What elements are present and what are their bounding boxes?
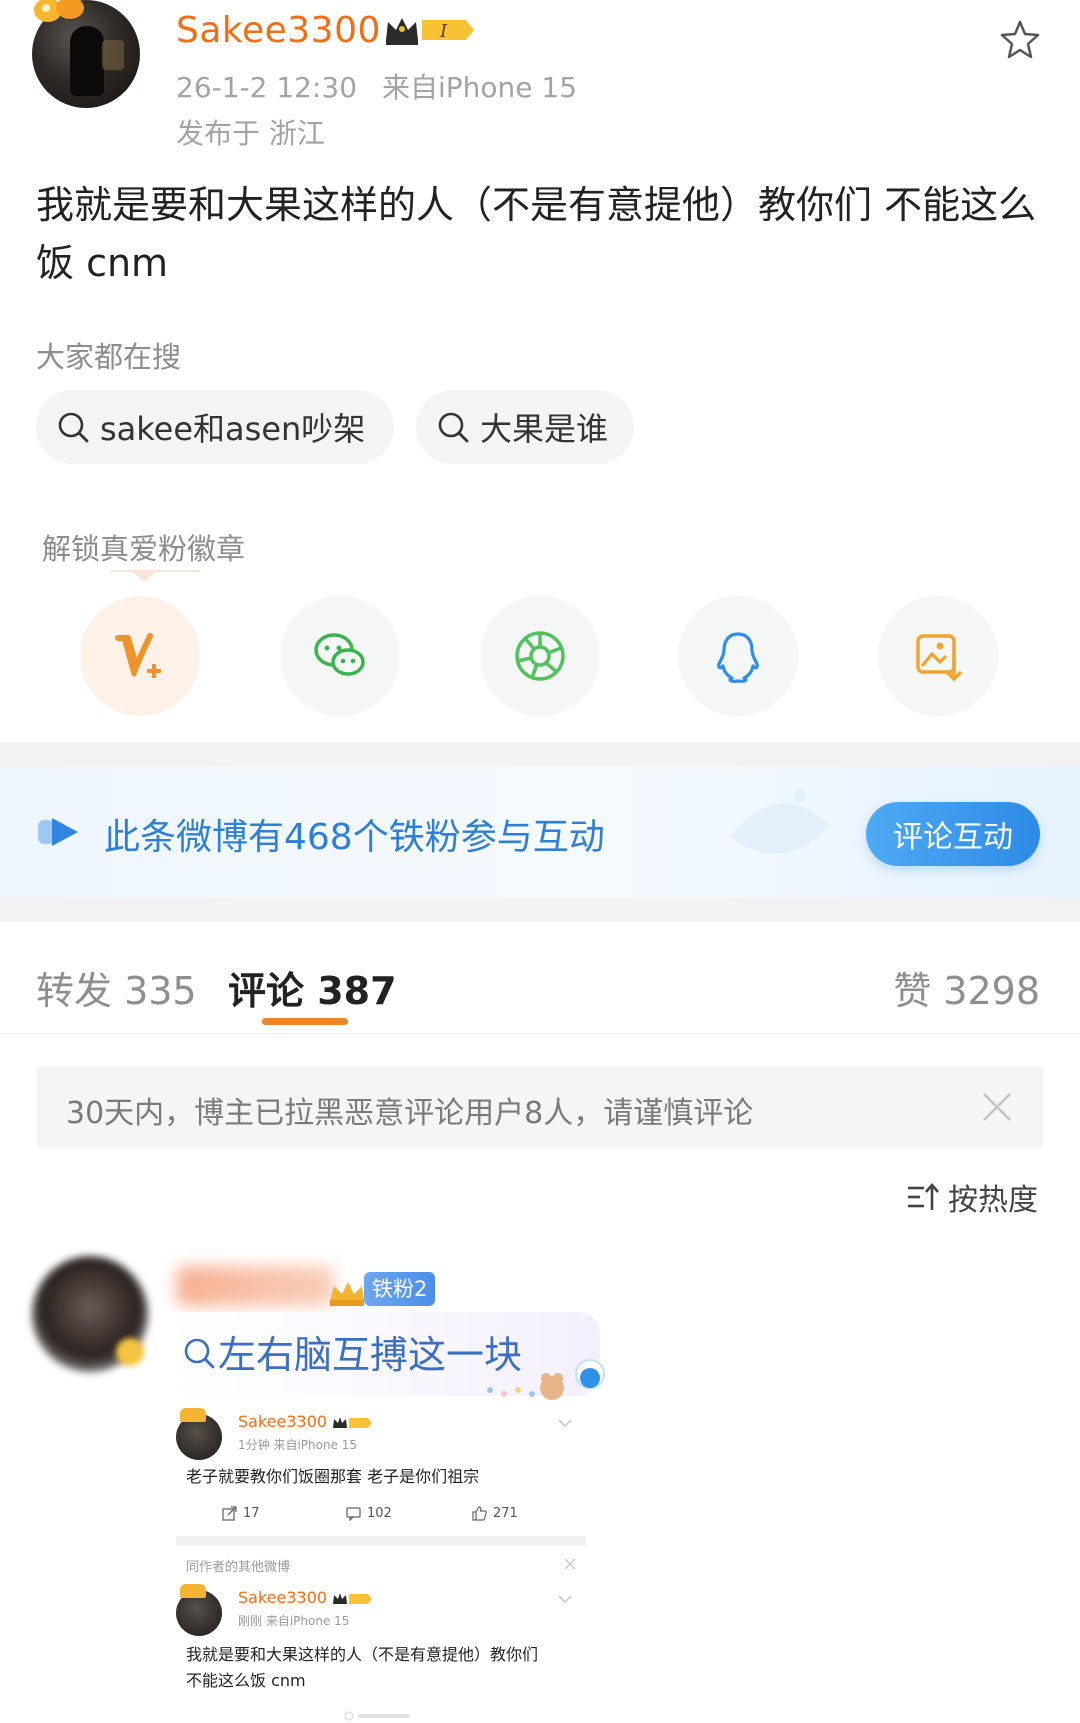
- embed-repost-count: 17: [222, 1506, 260, 1521]
- embed-username: Sakee3300: [238, 1412, 328, 1431]
- embed-meta: 刚刚 来自iPhone 15: [238, 1614, 350, 1628]
- embed-username: Sakee3300: [238, 1588, 328, 1607]
- save-image-icon: [916, 634, 963, 682]
- comment-interact-button[interactable]: 评论互动: [866, 802, 1040, 866]
- comment-image[interactable]: Sakee3300 1分钟 来自iPhone 15 老子就要教你们饭圈那套 老子…: [176, 1402, 586, 1723]
- embed-post-text: 老子就要教你们饭圈那套 老子是你们祖宗: [186, 1467, 480, 1486]
- fans-interaction-banner: 此条微博有468个铁粉参与互动 评论互动: [0, 766, 1080, 898]
- embed-section-label: 同作者的其他微博: [186, 1560, 291, 1575]
- banner-decoration-icon: [730, 790, 830, 854]
- favorite-star-icon[interactable]: [998, 18, 1042, 62]
- unlock-pointer: [130, 570, 158, 582]
- embed-divider: [176, 1536, 586, 1546]
- vip-crown-icon: I: [386, 18, 474, 45]
- embed-post-text: 我就是要和大果这样的人（不是有意提他）教你们不能这么饭 cnm: [186, 1645, 539, 1690]
- moments-icon: [515, 631, 565, 681]
- post-meta: 26-1-2 12:30 来自iPhone 15: [176, 66, 577, 106]
- embed-avatar-decoration: [180, 1584, 206, 1598]
- unlock-badge-label: 解锁真爱粉徽章: [42, 532, 246, 566]
- tab-like[interactable]: 赞 3298: [893, 960, 1040, 1015]
- share-moments-button[interactable]: [480, 596, 600, 716]
- thumbs-up-icon: [472, 1506, 487, 1521]
- search-icon: [184, 1338, 215, 1369]
- trending-chip-label: 大果是谁: [480, 410, 609, 448]
- tab-comment[interactable]: 评论 387: [228, 960, 397, 1015]
- qq-icon: [717, 632, 759, 683]
- post-timestamp: 26-1-2 12:30: [176, 71, 358, 104]
- block-notice-text: 30天内，博主已拉黑恶意评论用户8人，请谨慎评论: [66, 1096, 754, 1131]
- share-v-plus-button[interactable]: [80, 596, 200, 716]
- section-divider: [0, 898, 1080, 922]
- share-save-image-button[interactable]: [878, 596, 998, 716]
- embed-vip-icon: [333, 1417, 372, 1428]
- block-notice: 30天内，博主已拉黑恶意评论用户8人，请谨慎评论: [36, 1066, 1044, 1148]
- search-icon: [58, 412, 89, 443]
- interaction-tabs: 转发 335 评论 387 赞 3298: [0, 922, 1080, 1034]
- fan-level-icon: [330, 1282, 364, 1306]
- fans-icon: [38, 818, 78, 846]
- fan-level-tag: 铁粉2: [364, 1272, 436, 1306]
- post-content: 我就是要和大果这样的人（不是有意提他）教你们 不能这么饭 cnm: [36, 183, 1037, 285]
- embed-vip-icon: [333, 1593, 372, 1604]
- post-source: 来自iPhone 15: [381, 71, 578, 104]
- trending-chip-label: sakee和asen吵架: [100, 410, 366, 448]
- repost-icon: [222, 1506, 237, 1521]
- wechat-icon: [314, 633, 365, 676]
- embed-comment-count: 102: [346, 1506, 392, 1521]
- commenter-avatar-badge: [116, 1338, 144, 1366]
- active-tab-indicator: [262, 1018, 348, 1025]
- tab-repost[interactable]: 转发 335: [36, 960, 197, 1015]
- commenter-name-redacted[interactable]: [176, 1266, 334, 1306]
- close-icon[interactable]: [978, 1088, 1016, 1126]
- embed-like-count: 271: [472, 1506, 518, 1521]
- close-icon: [564, 1558, 576, 1570]
- search-icon: [438, 412, 469, 443]
- svg-text:I: I: [439, 21, 448, 42]
- avatar-decoration-icon: [34, 0, 84, 22]
- section-divider: [0, 742, 1080, 766]
- sort-label: 按热度: [948, 1183, 1038, 1218]
- v-plus-icon: [115, 633, 161, 678]
- trending-chip[interactable]: 大果是谁: [416, 390, 634, 464]
- watermark-icon: [344, 1711, 410, 1721]
- comment-search-link[interactable]: 左右脑互搏这一块: [218, 1324, 522, 1379]
- author-name[interactable]: Sakee3300: [176, 10, 381, 51]
- chevron-down-icon: [558, 1419, 572, 1428]
- embed-avatar-decoration: [180, 1408, 206, 1422]
- share-wechat-button[interactable]: [280, 596, 400, 716]
- sort-icon: [908, 1183, 939, 1210]
- share-qq-button[interactable]: [678, 596, 798, 716]
- fans-interaction-text: 此条微博有468个铁粉参与互动: [104, 817, 605, 858]
- chevron-down-icon: [558, 1595, 572, 1604]
- sort-by-hot-button[interactable]: 按热度: [906, 1176, 1038, 1218]
- trending-chip[interactable]: sakee和asen吵架: [36, 390, 394, 464]
- comment-icon: [346, 1507, 361, 1521]
- embed-meta: 1分钟 来自iPhone 15: [238, 1438, 358, 1452]
- bubble-decoration-icon: [487, 1359, 605, 1400]
- post-header: Sakee3300 I 26-1-2 12:30 来自iPhone 15 发布于…: [0, 0, 1080, 150]
- post-location: 发布于 浙江: [176, 117, 325, 150]
- trending-label: 大家都在搜: [36, 340, 182, 374]
